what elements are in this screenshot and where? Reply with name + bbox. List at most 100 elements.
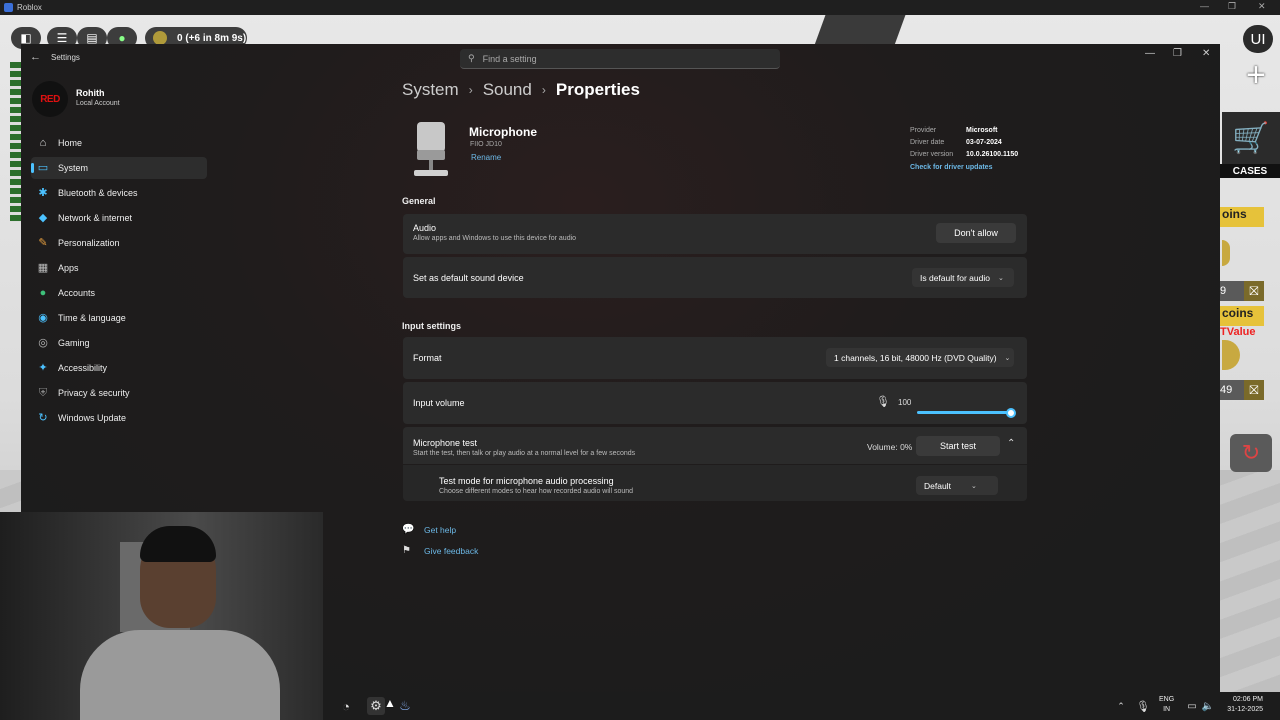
microphone-test-title: Microphone test [413,438,478,448]
roblox-coins-tile-2[interactable]: coins [1220,306,1264,326]
sidebar-item-label: Windows Update [58,413,127,423]
settings-gear-icon[interactable]: ⚙ [367,697,385,715]
sidebar-item-privacy-security[interactable]: ⛨ Privacy & security [31,382,207,404]
chevron-right-icon: › [468,83,473,97]
sidebar-item-accessibility[interactable]: ✦ Accessibility [31,357,207,379]
sidebar-item-label: Accounts [58,288,96,298]
roblox-num-2: 49 [1220,380,1244,400]
driver-provider-label: Provider [910,127,937,134]
accounts-icon: ● [39,287,47,299]
breadcrumb-sound[interactable]: Sound [483,80,532,100]
sidebar-item-home[interactable]: ⌂ Home [31,132,207,154]
test-mode-value: Default [924,480,951,491]
check-driver-updates-link[interactable]: Check for driver updates [910,164,1018,171]
format-dropdown[interactable]: 1 channels, 16 bit, 48000 Hz (DVD Qualit… [826,348,1014,367]
roblox-coins-tile-1[interactable]: oins [1220,207,1264,227]
sidebar-item-network-internet[interactable]: ◆ Network & internet [31,207,207,229]
microphone-test-card: Microphone test Start the test, then tal… [403,427,1027,464]
test-mode-card: Test mode for microphone audio processin… [403,465,1027,501]
sidebar-item-label: Accessibility [58,363,108,373]
gift-icon[interactable]: ⛝ [1244,380,1264,400]
sidebar-item-gaming[interactable]: ◎ Gaming [31,332,207,354]
default-device-dropdown[interactable]: Is default for audio ⌄ [912,268,1014,287]
driver-info: Provider Microsoft Driver date 03-07-2024 … [910,127,1018,171]
roblox-maximize-button[interactable]: ❐ [1228,1,1236,12]
back-arrow-icon[interactable]: ← [30,51,41,63]
roblox-close-button[interactable]: ✕ [1258,1,1266,12]
clock[interactable]: 02:06 PM 31-12-2025 [1223,695,1263,715]
sidebar-nav: ⌂ Home ▭ System ✱ Bluetooth & devices ◆ Network… [31,132,207,432]
default-device-value: Is default for audio [920,272,990,283]
audio-desc: Allow apps and Windows to use this devic… [413,235,577,242]
roblox-ui-button[interactable]: UI [1243,25,1273,53]
input-volume-slider-thumb[interactable] [1006,407,1016,418]
breadcrumb: System › Sound › Properties [402,80,640,100]
clock-date: 31-12-2025 [1227,706,1263,713]
update-icon: ↻ [38,412,48,424]
start-test-button[interactable]: Start test [916,436,1000,456]
language-code: ENG [1159,696,1175,703]
avatar[interactable]: RED [32,81,68,117]
device-name: Microphone [469,125,537,139]
sidebar-item-label: Personalization [58,238,120,248]
give-feedback-row[interactable]: ⚑ Give feedback [402,545,478,556]
microphone-test-desc: Start the test, then talk or play audio … [413,450,636,457]
chevron-up-icon[interactable]: ⌃ [1007,438,1015,449]
volume-tray-icon[interactable]: 🔈 [1199,697,1217,715]
sidebar-item-label: Bluetooth & devices [58,188,138,198]
language-region: IN [1163,706,1171,713]
sidebar-item-label: Time & language [58,313,126,323]
chrome-task-icon[interactable]: ◔ [337,697,355,715]
close-button[interactable]: ✕ [1202,48,1210,59]
bluetooth-icon: ✱ [38,187,48,199]
sidebar-item-personalization[interactable]: ✎ Personalization [31,232,207,254]
roblox-titlebar: Roblox — ❐ ✕ [0,0,1280,15]
chevron-right-icon: › [541,83,546,97]
give-feedback-link[interactable]: Give feedback [424,546,478,556]
driver-date: 03-07-2024 [966,139,1002,146]
input-volume-value: 100 [898,398,912,407]
audio-card: Audio Allow apps and Windows to use this… [403,214,1027,254]
roblox-minimize-button[interactable]: — [1200,1,1209,11]
microphone-tray-icon[interactable]: 🎙 [1134,697,1152,715]
plus-icon[interactable]: + [1246,58,1266,92]
microphone-icon[interactable]: 🎙 [876,395,890,408]
get-help-link[interactable]: Get help [424,525,456,535]
steam-icon[interactable]: ♨ [396,697,414,715]
dont-allow-button[interactable]: Don't allow [936,223,1016,243]
input-settings-heading: Input settings [402,321,461,331]
rename-link[interactable]: Rename [471,153,501,162]
general-heading: General [402,196,436,206]
roblox-logo-icon [4,3,13,12]
sidebar-item-windows-update[interactable]: ↻ Windows Update [31,407,207,429]
chevron-up-icon[interactable]: ⌃ [1112,697,1130,715]
test-mode-dropdown[interactable]: Default ⌄ [916,476,998,495]
format-title: Format [413,353,442,363]
profile-account-type: Local Account [76,100,120,107]
game-pillar [814,14,906,46]
search-input[interactable]: ⚲ Find a setting [460,49,780,69]
mouse-cursor-icon: ▲ [384,696,396,710]
input-volume-title: Input volume [413,398,465,408]
gift-icon[interactable]: ⛝ [1244,281,1264,301]
accessibility-icon: ✦ [38,362,48,374]
sidebar-item-apps[interactable]: ▦ Apps [31,257,207,279]
language-indicator[interactable]: ENG IN [1159,695,1174,715]
roblox-red-label: TValue [1220,326,1256,338]
sidebar-item-system[interactable]: ▭ System [31,157,207,179]
sidebar-item-accounts[interactable]: ● Accounts [31,282,207,304]
get-help-row[interactable]: 💬 Get help [402,524,456,535]
cart-icon[interactable]: 🛒 [1222,112,1280,164]
network-icon: ◆ [38,212,48,224]
minimize-button[interactable]: — [1145,48,1155,59]
breadcrumb-system[interactable]: System [402,80,459,100]
apps-icon: ▦ [37,262,49,274]
maximize-button[interactable]: ❐ [1173,48,1182,59]
roblox-coin-graphic [1222,240,1230,266]
sidebar-item-bluetooth-devices[interactable]: ✱ Bluetooth & devices [31,182,207,204]
refresh-icon[interactable]: ↻ [1230,434,1272,472]
test-mode-desc: Choose different modes to hear how recor… [439,488,634,495]
sidebar-item-time-language[interactable]: ◉ Time & language [31,307,207,329]
roblox-cases-label[interactable]: CASES [1220,164,1280,178]
input-volume-slider[interactable] [917,411,1011,414]
